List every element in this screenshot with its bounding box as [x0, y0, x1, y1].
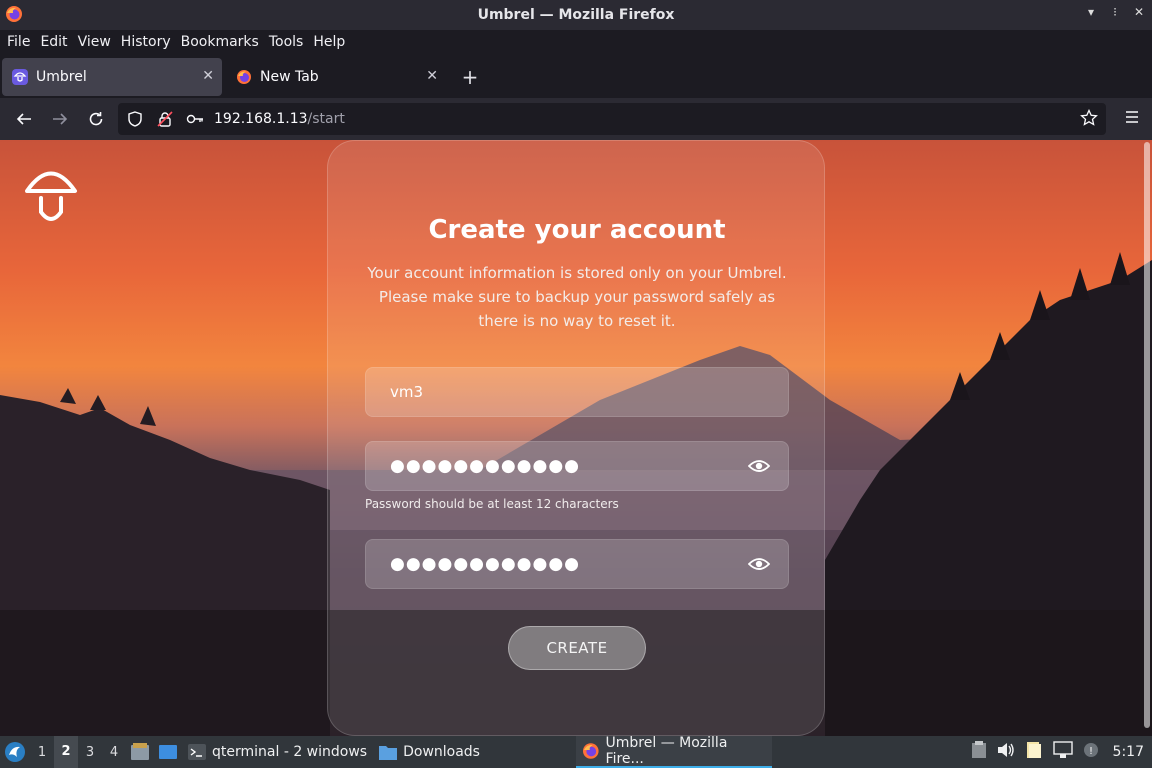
task-qterminal[interactable]: qterminal - 2 windows: [182, 736, 373, 768]
reload-button[interactable]: [78, 103, 114, 135]
page-content: Create your account Your account informa…: [0, 140, 1152, 736]
window-titlebar: Umbrel — Mozilla Firefox ▾ ⁝ ✕: [0, 0, 1152, 30]
info-tray-icon[interactable]: !: [1083, 742, 1099, 762]
show-password-eye-icon[interactable]: [747, 457, 771, 479]
url-path: /start: [307, 111, 345, 127]
window-title: Umbrel — Mozilla Firefox: [477, 7, 675, 23]
clock[interactable]: 5:17: [1113, 744, 1144, 760]
menu-bookmarks[interactable]: Bookmarks: [176, 34, 264, 50]
menu-edit[interactable]: Edit: [35, 34, 72, 50]
forward-button[interactable]: [42, 103, 78, 135]
menu-help[interactable]: Help: [308, 34, 350, 50]
task-label: Downloads: [403, 744, 480, 760]
close-tab-icon[interactable]: ✕: [202, 68, 214, 84]
password-field[interactable]: ●●●●●●●●●●●●: [365, 441, 789, 491]
close-window-button[interactable]: ✕: [1132, 5, 1146, 19]
password-dots: ●●●●●●●●●●●●: [390, 456, 581, 476]
umbrel-logo-icon: [25, 171, 77, 221]
tab-label: New Tab: [260, 69, 319, 85]
tab-new-tab[interactable]: New Tab ✕: [226, 58, 446, 96]
close-tab-icon[interactable]: ✕: [426, 68, 438, 84]
confirm-password-field[interactable]: ●●●●●●●●●●●●: [365, 539, 789, 589]
page-title: Create your account: [428, 215, 726, 245]
firefox-icon: [582, 743, 599, 759]
file-manager-icon[interactable]: [128, 740, 152, 764]
url-host: 192.168.1.13: [214, 111, 308, 127]
lxqt-logo-icon: [5, 742, 25, 762]
back-arrow-icon: [16, 113, 31, 125]
tab-umbrel[interactable]: Umbrel ✕: [2, 58, 222, 96]
folder-icon: [379, 746, 398, 760]
minimize-button[interactable]: ▾: [1084, 5, 1098, 19]
notes-tray-icon[interactable]: [1025, 741, 1043, 763]
menu-file[interactable]: File: [2, 34, 35, 50]
name-input[interactable]: [390, 383, 720, 401]
app-menu-icon[interactable]: [1124, 109, 1140, 129]
taskbar: 1 2 3 4 qterminal - 2 windows Downloads …: [0, 735, 1152, 768]
restore-button[interactable]: ⁝: [1108, 5, 1122, 19]
task-downloads[interactable]: Downloads: [373, 736, 486, 768]
desktop-1[interactable]: 1: [30, 745, 54, 760]
back-button[interactable]: [6, 103, 42, 135]
task-label: Umbrel — Mozilla Fire...: [605, 735, 728, 767]
new-tab-button[interactable]: +: [458, 65, 482, 89]
desktop-4[interactable]: 4: [102, 745, 126, 760]
task-firefox[interactable]: Umbrel — Mozilla Fire...: [575, 735, 772, 768]
show-desktop-icon[interactable]: [156, 740, 180, 764]
forward-arrow-icon: [53, 113, 68, 125]
signup-card: Create your account Your account informa…: [327, 140, 825, 736]
network-icon[interactable]: [1052, 741, 1073, 763]
task-label: qterminal - 2 windows: [212, 744, 368, 760]
menu-view[interactable]: View: [73, 34, 116, 50]
desktop-3[interactable]: 3: [78, 745, 102, 760]
firefox-icon: [237, 70, 251, 84]
bookmark-star-icon[interactable]: [1080, 108, 1098, 131]
app-launcher-button[interactable]: [0, 736, 30, 768]
clipboard-tray-icon[interactable]: [971, 741, 987, 763]
name-field[interactable]: [365, 367, 789, 417]
page-scrollbar[interactable]: [1144, 142, 1150, 728]
confirm-password-dots: ●●●●●●●●●●●●: [390, 554, 581, 574]
reload-icon: [89, 112, 103, 126]
svg-text:!: !: [1089, 746, 1093, 757]
umbrel-favicon-icon: [12, 69, 28, 85]
desktop-2[interactable]: 2: [54, 736, 78, 768]
menu-tools[interactable]: Tools: [264, 34, 309, 50]
menu-history[interactable]: History: [116, 34, 176, 50]
key-icon[interactable]: [182, 112, 208, 126]
tab-strip: Umbrel ✕ New Tab ✕ +: [0, 56, 1152, 98]
navigation-toolbar: 192.168.1.13/start: [0, 98, 1152, 140]
system-tray: ! 5:17: [971, 736, 1152, 768]
volume-icon[interactable]: [997, 742, 1015, 762]
insecure-lock-icon[interactable]: [152, 111, 178, 127]
create-button[interactable]: CREATE: [508, 626, 646, 670]
page-description: Your account information is stored only …: [367, 264, 787, 330]
password-hint: Password should be at least 12 character…: [365, 497, 619, 511]
firefox-icon: [6, 6, 22, 22]
terminal-icon: [188, 744, 206, 760]
tab-label: Umbrel: [36, 69, 87, 85]
url-bar[interactable]: 192.168.1.13/start: [118, 103, 1106, 135]
menu-bar: File Edit View History Bookmarks Tools H…: [0, 30, 1152, 54]
shield-icon[interactable]: [122, 111, 148, 127]
show-confirm-password-eye-icon[interactable]: [747, 555, 771, 577]
